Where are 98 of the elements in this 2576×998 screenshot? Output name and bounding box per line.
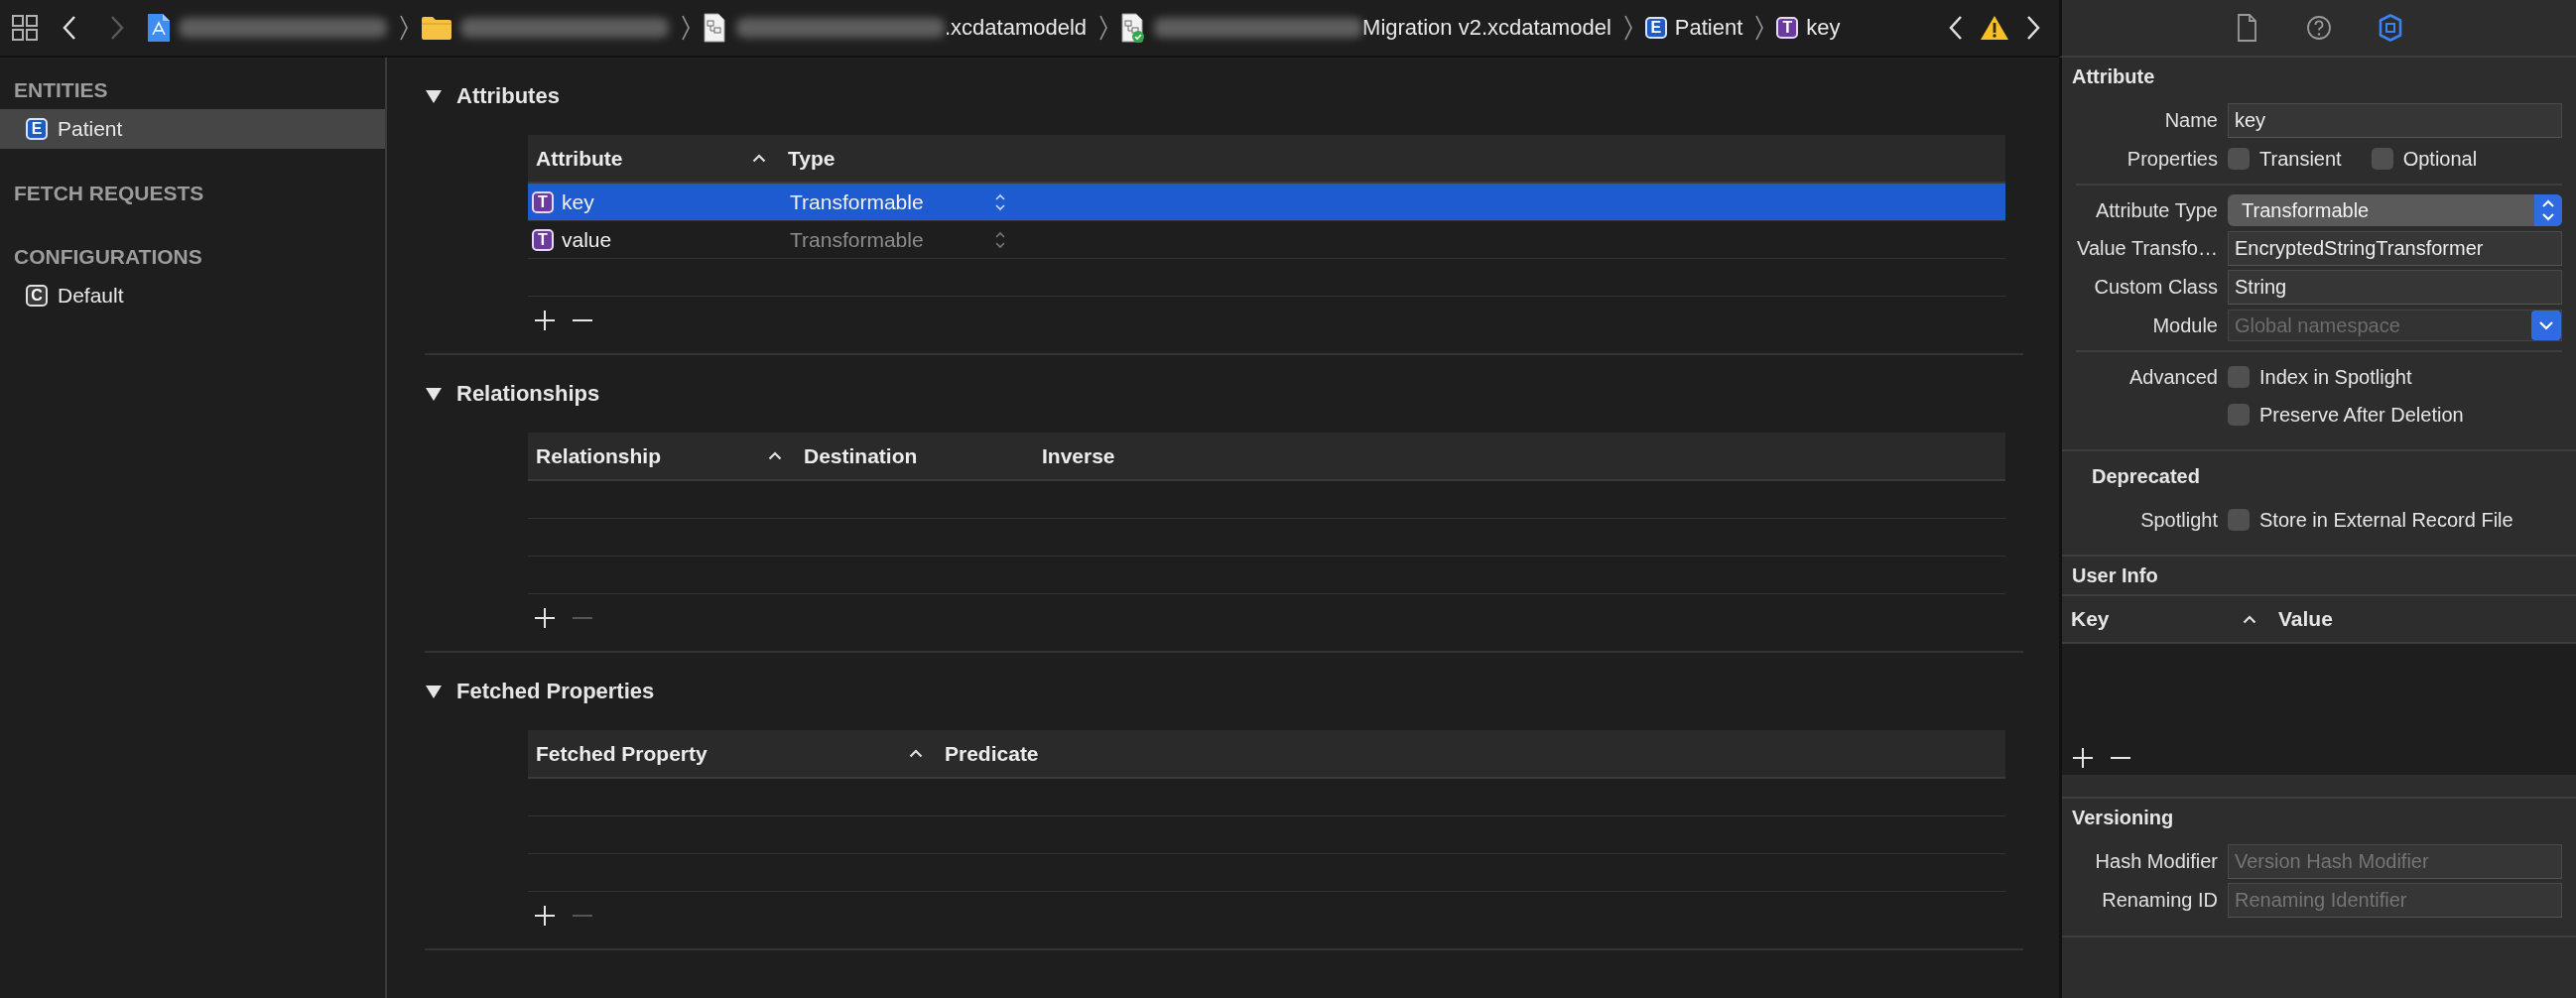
sidebar-item[interactable]: C Default	[0, 276, 385, 315]
field-label: Name	[2163, 109, 2218, 132]
section-header: ENTITIES	[13, 77, 109, 103]
cube-icon	[2379, 14, 2402, 42]
attribute-type: Transformable	[790, 227, 924, 252]
chevron-right-icon	[2025, 15, 2041, 41]
field-label: Spotlight	[2139, 508, 2218, 532]
stepper-icon	[2541, 198, 2555, 222]
text-field[interactable]: Version Hash Modifier	[2228, 844, 2562, 879]
help-icon	[2307, 14, 2331, 42]
breadcrumb-item[interactable]: Patient	[1674, 15, 1743, 41]
project-file-icon[interactable]	[147, 13, 171, 43]
checkbox[interactable]	[2228, 148, 2250, 170]
checkbox-label: Transient	[2259, 147, 2342, 171]
checkbox[interactable]	[2228, 366, 2250, 388]
section-title: Attributes	[456, 83, 560, 109]
minus-icon	[572, 915, 593, 917]
attribute-badge: T	[532, 228, 554, 251]
breadcrumb-item[interactable]: Migration v2.xcdatamodel	[1362, 15, 1611, 41]
checkbox[interactable]	[2228, 509, 2250, 531]
table-row[interactable]: T key Transformable	[528, 184, 2005, 221]
column-header[interactable]: Key	[2071, 607, 2110, 631]
chevron-down-icon	[2538, 319, 2554, 331]
field-label: Custom Class	[2093, 276, 2218, 299]
plus-icon	[534, 607, 556, 629]
breadcrumb-item[interactable]: .xcdatamodeld	[945, 15, 1088, 41]
sidebar-item[interactable]: E Patient	[0, 109, 385, 149]
breadcrumb-item[interactable]: key	[1806, 15, 1841, 41]
section-title: Deprecated	[2092, 464, 2200, 488]
popup-button[interactable]: Transformable	[2228, 194, 2562, 226]
attribute-name: key	[562, 189, 594, 214]
minus-icon	[2110, 757, 2131, 759]
column-header[interactable]: Inverse	[1042, 443, 1115, 468]
field-label: Properties	[2125, 147, 2218, 171]
plus-icon	[2072, 747, 2094, 769]
section-title: Attribute	[2072, 64, 2155, 88]
item-label: Default	[58, 284, 124, 308]
checkbox[interactable]	[2228, 404, 2250, 426]
field-label: Module	[2151, 313, 2218, 337]
model-file-check-icon[interactable]	[1120, 13, 1147, 43]
column-header[interactable]: Type	[788, 146, 836, 171]
disclosure-triangle-icon[interactable]	[425, 386, 443, 402]
text-field[interactable]: String	[2228, 270, 2562, 305]
chevron-icon	[399, 14, 409, 42]
checkbox-label: Store in External Record File	[2259, 508, 2513, 532]
field-label: Advanced	[2128, 365, 2218, 389]
attribute-badge: T	[1776, 17, 1799, 39]
chevron-icon	[681, 14, 691, 42]
checkbox[interactable]	[2371, 148, 2393, 170]
related-items-icon[interactable]	[10, 13, 40, 43]
chevron-icon	[1754, 14, 1765, 42]
field-label: Value Transfo…	[2076, 237, 2218, 260]
disclosure-triangle-icon[interactable]	[425, 684, 443, 699]
column-header[interactable]: Predicate	[945, 741, 1039, 766]
stepper-icon[interactable]	[994, 230, 1006, 249]
warning-icon[interactable]	[1980, 15, 2009, 41]
field-label: Renaming ID	[2101, 889, 2218, 912]
column-header[interactable]: Fetched Property	[536, 741, 708, 766]
text-field[interactable]: EncryptedStringTransformer	[2228, 231, 2562, 266]
table-row[interactable]: T value Transformable	[528, 221, 2005, 259]
section-header: CONFIGURATIONS	[13, 244, 203, 270]
entity-badge: E	[26, 118, 48, 140]
column-header[interactable]: Attribute	[536, 146, 623, 171]
chevron-icon	[1098, 14, 1109, 42]
column-header[interactable]: Relationship	[536, 443, 661, 468]
attribute-badge: T	[532, 190, 554, 213]
configuration-badge: C	[26, 285, 48, 307]
text-field[interactable]: key	[2228, 103, 2562, 138]
model-file-icon[interactable]	[703, 13, 728, 43]
file-icon	[2236, 14, 2259, 42]
section-title: Versioning	[2072, 806, 2174, 829]
attribute-type: Transformable	[790, 189, 924, 214]
item-label: Patient	[58, 117, 123, 141]
entity-badge: E	[1644, 17, 1667, 39]
attribute-name: value	[562, 227, 612, 252]
field-label: Hash Modifier	[2094, 850, 2218, 873]
chevron-right-icon	[109, 15, 125, 41]
section-title: Relationships	[456, 381, 600, 407]
section-title: User Info	[2072, 563, 2158, 587]
inspector-tab[interactable]	[2377, 12, 2404, 44]
plus-icon	[534, 905, 556, 927]
section-header: FETCH REQUESTS	[13, 181, 205, 206]
chevron-icon	[1622, 14, 1633, 42]
field-label: Attribute Type	[2094, 198, 2218, 222]
plus-icon	[534, 310, 556, 331]
chevron-left-icon	[1948, 15, 1964, 41]
folder-icon[interactable]	[421, 15, 452, 41]
checkbox-label: Index in Spotlight	[2259, 365, 2412, 389]
text-field[interactable]: Renaming Identifier	[2228, 883, 2562, 918]
checkbox-label: Optional	[2402, 147, 2478, 171]
section-title: Fetched Properties	[456, 679, 655, 704]
disclosure-triangle-icon[interactable]	[425, 88, 443, 104]
minus-icon	[572, 617, 593, 619]
column-header[interactable]: Value	[2278, 607, 2333, 630]
chevron-left-icon	[62, 15, 77, 41]
minus-icon	[572, 319, 593, 321]
column-header[interactable]: Destination	[804, 443, 918, 468]
checkbox-label: Preserve After Deletion	[2259, 403, 2464, 427]
